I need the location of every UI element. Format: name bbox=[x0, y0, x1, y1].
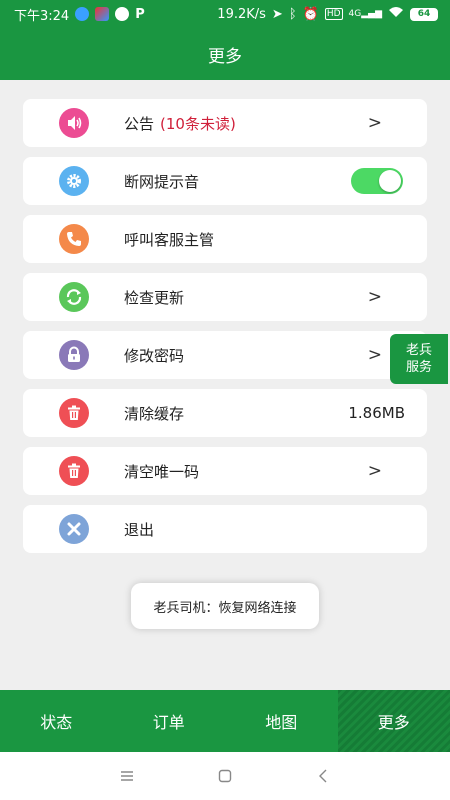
back-icon[interactable] bbox=[313, 766, 333, 786]
bottom-tab-bar: 状态 订单 地图 更多 bbox=[0, 690, 450, 752]
tab-label: 订单 bbox=[152, 713, 185, 732]
menu-item-logout[interactable]: 退出 bbox=[23, 505, 427, 553]
menu-item-label: 呼叫客服主管 bbox=[124, 230, 215, 249]
battery-icon: 64 bbox=[410, 7, 438, 21]
tab-status[interactable]: 状态 bbox=[0, 690, 113, 752]
wechat-icon bbox=[115, 7, 130, 21]
location-icon: ➤ bbox=[271, 6, 283, 22]
menu-icon[interactable] bbox=[117, 766, 137, 786]
signal-icon: 4G▂▄▆ bbox=[348, 9, 382, 19]
battery-level: 64 bbox=[417, 9, 431, 19]
menu-item-call-supervisor[interactable]: 呼叫客服主管 bbox=[23, 215, 427, 263]
toggle-knob bbox=[379, 170, 401, 192]
unread-badge: (10条未读) bbox=[160, 114, 236, 133]
status-bar: 下午3:24 P 19.2K/s ➤ ᛒ ⏰ HD 4G▂▄▆ 64 bbox=[0, 0, 450, 28]
menu-item-clear-cache[interactable]: 清除缓存 1.86MB bbox=[23, 389, 427, 437]
trash-icon bbox=[59, 398, 89, 428]
refresh-icon bbox=[59, 282, 89, 312]
app-icon bbox=[95, 7, 110, 21]
network-type: 4G bbox=[348, 9, 362, 19]
tab-label: 更多 bbox=[377, 713, 410, 732]
announcement-label: 公告 bbox=[124, 114, 155, 133]
page-title: 更多 bbox=[208, 46, 242, 67]
chevron-right-icon: > bbox=[367, 287, 382, 307]
menu-item-announcement[interactable]: 公告 (10条未读) > bbox=[23, 99, 427, 147]
home-icon[interactable] bbox=[215, 766, 235, 786]
qq-icon bbox=[75, 7, 90, 21]
menu-list: 公告 (10条未读) > 断网提示音 呼叫客服主管 检查更新 > 修改密码 > bbox=[23, 99, 427, 563]
menu-item-label: 检查更新 bbox=[124, 288, 185, 307]
wifi-icon bbox=[388, 6, 404, 22]
alarm-icon: ⏰ bbox=[302, 6, 319, 22]
tab-label: 状态 bbox=[40, 713, 73, 732]
status-bar-right: 19.2K/s ➤ ᛒ ⏰ HD 4G▂▄▆ 64 bbox=[217, 6, 438, 22]
menu-item-change-password[interactable]: 修改密码 > bbox=[23, 331, 427, 379]
menu-item-label: 清除缓存 bbox=[124, 404, 185, 423]
float-button-line1: 老兵 bbox=[405, 343, 432, 358]
menu-item-disconnect-sound: 断网提示音 bbox=[23, 157, 427, 205]
float-button-line2: 服务 bbox=[405, 360, 432, 375]
disconnect-sound-toggle[interactable] bbox=[351, 168, 403, 194]
chevron-right-icon: > bbox=[367, 113, 382, 133]
cache-size: 1.86MB bbox=[348, 404, 405, 422]
menu-item-label: 公告 (10条未读) bbox=[124, 113, 236, 134]
menu-item-label: 退出 bbox=[124, 520, 155, 539]
bluetooth-icon: ᛒ bbox=[288, 6, 297, 22]
lock-icon bbox=[59, 340, 89, 370]
toast-text: 老兵司机：恢复网络连接 bbox=[153, 600, 297, 616]
chevron-right-icon: > bbox=[367, 461, 382, 481]
chevron-right-icon: > bbox=[367, 345, 382, 365]
gear-icon bbox=[59, 166, 89, 196]
network-speed: 19.2K/s bbox=[217, 6, 266, 22]
system-nav-bar bbox=[0, 752, 450, 800]
tab-more[interactable]: 更多 bbox=[337, 690, 450, 752]
close-icon bbox=[59, 514, 89, 544]
header: 更多 bbox=[0, 28, 450, 80]
menu-item-label: 断网提示音 bbox=[124, 172, 200, 191]
status-bar-left: 下午3:24 P bbox=[14, 5, 145, 24]
speaker-icon bbox=[59, 108, 89, 138]
hd-icon: HD bbox=[324, 8, 343, 20]
menu-item-label: 修改密码 bbox=[124, 346, 185, 365]
toast-message: 老兵司机：恢复网络连接 bbox=[131, 583, 319, 629]
p-icon: P bbox=[135, 6, 145, 22]
menu-item-clear-unique-code[interactable]: 清空唯一码 > bbox=[23, 447, 427, 495]
veteran-service-button[interactable]: 老兵 服务 bbox=[390, 334, 448, 384]
status-time: 下午3:24 bbox=[14, 8, 70, 24]
menu-item-check-update[interactable]: 检查更新 > bbox=[23, 273, 427, 321]
menu-item-label: 清空唯一码 bbox=[124, 462, 200, 481]
tab-label: 地图 bbox=[265, 713, 298, 732]
trash-icon bbox=[59, 456, 89, 486]
phone-icon bbox=[59, 224, 89, 254]
tab-orders[interactable]: 订单 bbox=[113, 690, 226, 752]
tab-map[interactable]: 地图 bbox=[225, 690, 338, 752]
